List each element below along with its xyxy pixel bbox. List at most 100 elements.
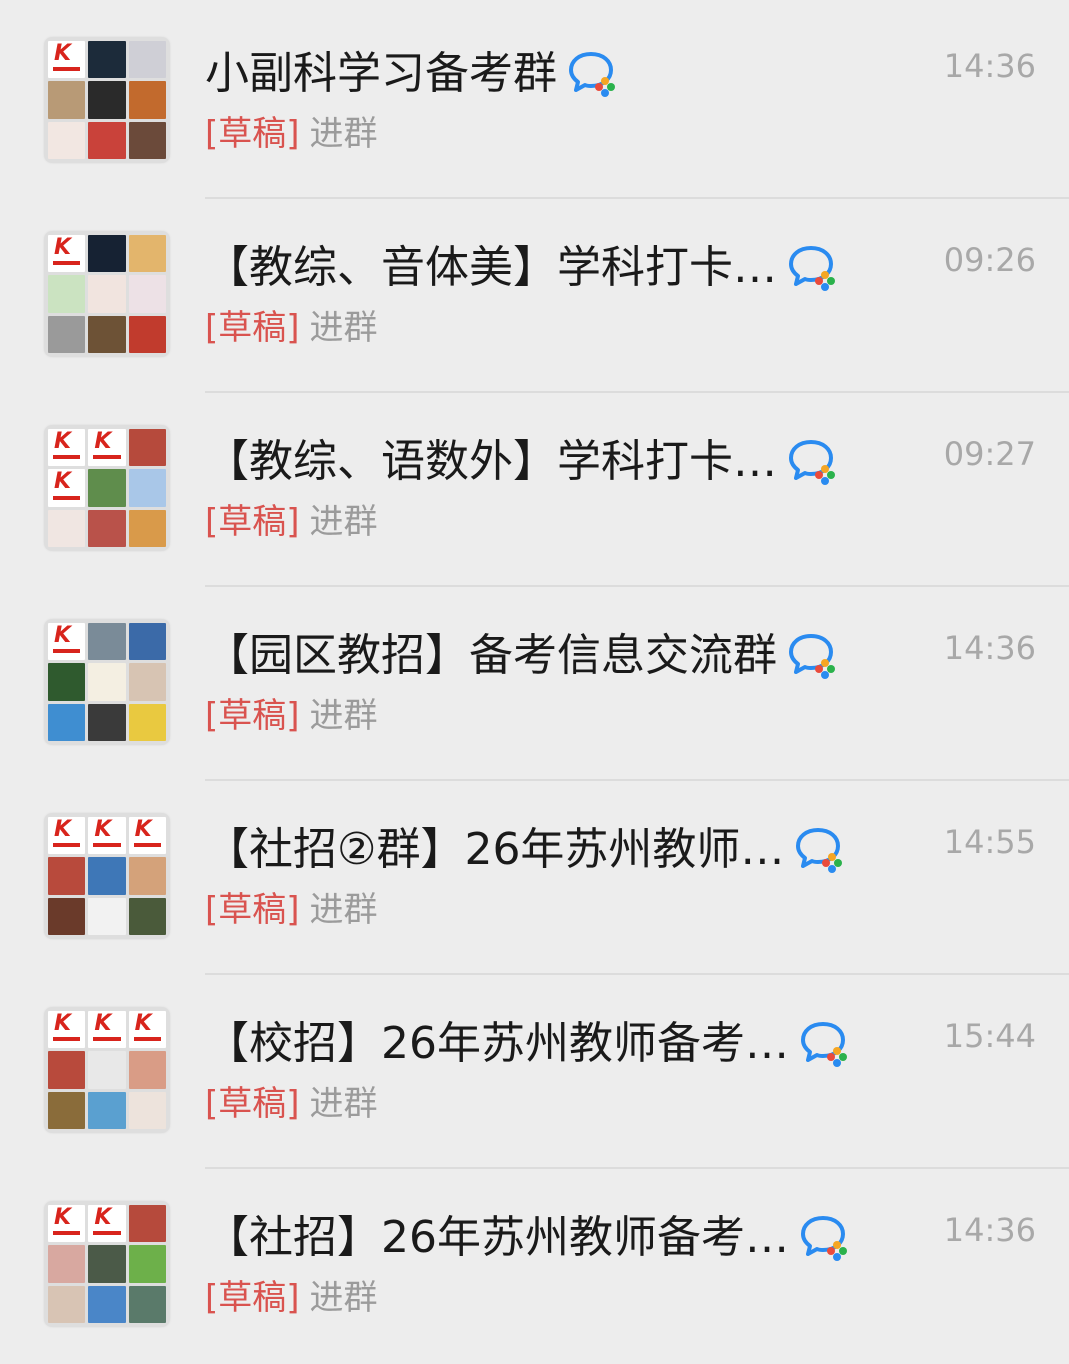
- member-avatar-tile: [48, 1245, 86, 1283]
- group-avatar: [44, 231, 170, 357]
- chat-title-text: 【教综、语数外】学科打卡…: [205, 436, 777, 487]
- draft-text: 进群: [309, 696, 378, 736]
- chat-row[interactable]: 【校招】26年苏州教师备考… [草稿]进群 15:44: [0, 973, 1069, 1167]
- chat-row[interactable]: 【园区教招】备考信息交流群 [草稿]进群 14:36: [0, 585, 1069, 779]
- member-avatar-tile: [48, 121, 86, 159]
- chat-title: 【教综、音体美】学科打卡…: [205, 238, 839, 298]
- row-divider: [205, 973, 1069, 975]
- chat-title-text: 【园区教招】备考信息交流群: [205, 630, 777, 681]
- draft-text: 进群: [309, 114, 378, 154]
- member-avatar-tile: [128, 1051, 166, 1089]
- brand-logo-tile: [48, 817, 86, 855]
- chat-title: 【社招②群】26年苏州教师…: [205, 820, 846, 880]
- message-time: 09:27: [943, 435, 1036, 473]
- member-avatar-tile: [88, 1091, 126, 1129]
- brand-logo-tile: [48, 429, 86, 467]
- chat-title-text: 【社招】26年苏州教师备考…: [205, 1212, 789, 1263]
- group-avatar: [44, 813, 170, 939]
- member-avatar-tile: [88, 81, 126, 119]
- chat-row[interactable]: 【教综、语数外】学科打卡… [草稿]进群 09:27: [0, 391, 1069, 585]
- draft-label: [草稿]: [205, 308, 300, 348]
- member-avatar-tile: [88, 41, 126, 79]
- chat-title: 【教综、语数外】学科打卡…: [205, 432, 839, 492]
- chat-title: 小副科学习备考群: [205, 44, 619, 104]
- chat-title-text: 【教综、音体美】学科打卡…: [205, 242, 777, 293]
- member-avatar-tile: [128, 1285, 166, 1323]
- chat-title: 【社招】26年苏州教师备考…: [205, 1208, 851, 1268]
- member-avatar-tile: [128, 1205, 166, 1243]
- member-avatar-tile: [128, 275, 166, 313]
- work-group-chat-icon: [799, 1020, 851, 1068]
- member-avatar-tile: [88, 703, 126, 741]
- member-avatar-tile: [128, 1245, 166, 1283]
- chat-list: 小副科学习备考群 [草稿]进群 14:36 【教综、音体美】学科打卡… [草稿]…: [0, 0, 1069, 1364]
- message-time: 14:36: [943, 47, 1036, 85]
- last-message-preview: [草稿] 进群: [205, 694, 378, 738]
- draft-label: [草稿]: [205, 114, 300, 154]
- brand-logo-tile: [128, 817, 166, 855]
- group-avatar: [44, 425, 170, 551]
- brand-logo-tile: [88, 817, 126, 855]
- member-avatar-tile: [88, 315, 126, 353]
- chat-row[interactable]: 【教综、音体美】学科打卡… [草稿]进群 09:26: [0, 197, 1069, 391]
- member-avatar-tile: [48, 81, 86, 119]
- brand-logo-tile: [128, 1011, 166, 1049]
- member-avatar-tile: [48, 897, 86, 935]
- member-avatar-tile: [88, 623, 126, 661]
- member-avatar-tile: [88, 469, 126, 507]
- draft-label: [草稿]: [205, 890, 300, 930]
- member-avatar-tile: [128, 469, 166, 507]
- group-avatar: [44, 1007, 170, 1133]
- draft-label: [草稿]: [205, 502, 300, 542]
- work-group-chat-icon: [787, 438, 839, 486]
- message-time: 15:44: [943, 1017, 1036, 1055]
- member-avatar-tile: [48, 1285, 86, 1323]
- work-group-chat-icon: [567, 50, 619, 98]
- member-avatar-tile: [88, 121, 126, 159]
- last-message-preview: [草稿] 进群: [205, 888, 378, 932]
- member-avatar-tile: [128, 315, 166, 353]
- member-avatar-tile: [128, 857, 166, 895]
- message-time: 14:36: [943, 629, 1036, 667]
- member-avatar-tile: [128, 81, 166, 119]
- row-divider: [205, 1167, 1069, 1169]
- member-avatar-tile: [88, 275, 126, 313]
- row-divider: [205, 585, 1069, 587]
- member-avatar-tile: [88, 663, 126, 701]
- member-avatar-tile: [88, 897, 126, 935]
- draft-text: 进群: [309, 890, 378, 930]
- draft-text: 进群: [309, 1084, 378, 1124]
- member-avatar-tile: [88, 857, 126, 895]
- chat-row[interactable]: 【社招②群】26年苏州教师… [草稿]进群 14:55: [0, 779, 1069, 973]
- brand-logo-tile: [88, 429, 126, 467]
- member-avatar-tile: [48, 275, 86, 313]
- member-avatar-tile: [128, 663, 166, 701]
- member-avatar-tile: [88, 1245, 126, 1283]
- message-time: 14:36: [943, 1211, 1036, 1249]
- member-avatar-tile: [48, 703, 86, 741]
- work-group-chat-icon: [799, 1214, 851, 1262]
- work-group-chat-icon: [787, 632, 839, 680]
- member-avatar-tile: [128, 623, 166, 661]
- last-message-preview: [草稿] 进群: [205, 1082, 378, 1126]
- draft-label: [草稿]: [205, 1084, 300, 1124]
- brand-logo-tile: [48, 623, 86, 661]
- last-message-preview: [草稿] 进群: [205, 1276, 378, 1320]
- member-avatar-tile: [48, 509, 86, 547]
- member-avatar-tile: [128, 121, 166, 159]
- chat-title-text: 【社招②群】26年苏州教师…: [205, 824, 785, 875]
- group-avatar: [44, 1201, 170, 1327]
- brand-logo-tile: [48, 1011, 86, 1049]
- member-avatar-tile: [128, 429, 166, 467]
- member-avatar-tile: [128, 703, 166, 741]
- brand-logo-tile: [48, 469, 86, 507]
- row-divider: [205, 779, 1069, 781]
- member-avatar-tile: [88, 1285, 126, 1323]
- brand-logo-tile: [48, 41, 86, 79]
- member-avatar-tile: [128, 41, 166, 79]
- group-avatar: [44, 619, 170, 745]
- brand-logo-tile: [48, 1205, 86, 1243]
- chat-row[interactable]: 小副科学习备考群 [草稿]进群 14:36: [0, 0, 1069, 194]
- chat-row[interactable]: 【社招】26年苏州教师备考… [草稿]进群 14:36: [0, 1167, 1069, 1361]
- chat-title-text: 【校招】26年苏州教师备考…: [205, 1018, 789, 1069]
